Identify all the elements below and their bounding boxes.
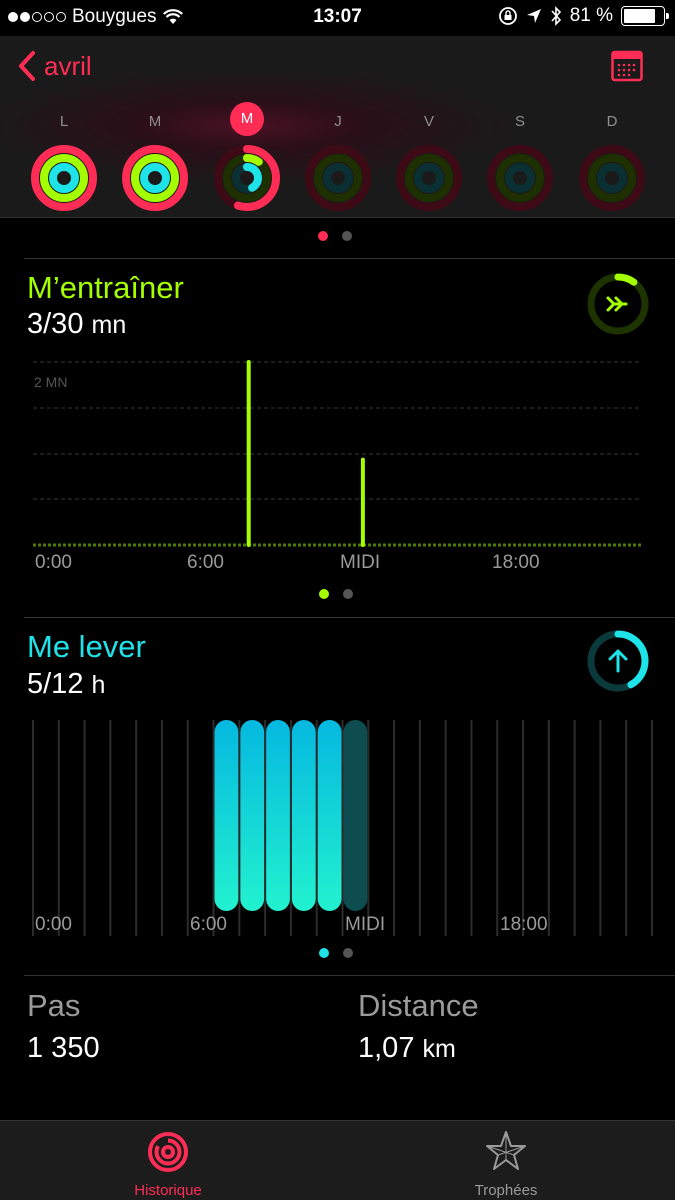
week-header: avril L M M J V S D bbox=[0, 36, 675, 218]
page-dot bbox=[343, 589, 353, 599]
exercise-chart: 2 MN bbox=[33, 360, 642, 547]
page-dot bbox=[343, 948, 353, 958]
tab-history[interactable]: Historique bbox=[68, 1121, 268, 1200]
weekday-row: LMMJVSD bbox=[0, 102, 675, 136]
stand-bar-0 bbox=[214, 720, 239, 911]
tab-bar: Historique Trophées bbox=[0, 1120, 675, 1200]
stand-bar-5 bbox=[343, 720, 368, 911]
weekday-1[interactable]: M bbox=[138, 108, 172, 136]
battery-icon bbox=[621, 6, 669, 26]
stand-axis-midi: MIDI bbox=[345, 914, 386, 935]
battery-percentage: 81 % bbox=[569, 5, 613, 26]
star-trophy-icon bbox=[486, 1131, 526, 1170]
page-dot-active bbox=[318, 231, 328, 241]
location-arrow-icon bbox=[526, 9, 541, 23]
status-bar: Bouygues 13:07 81 % bbox=[0, 0, 675, 36]
weekday-4[interactable]: V bbox=[412, 108, 446, 136]
exercise-axis-6: 6:00 bbox=[187, 552, 224, 573]
stand-page-indicator[interactable] bbox=[319, 948, 353, 958]
activity-rings-day-3[interactable] bbox=[304, 144, 372, 212]
stand-hour-grid bbox=[32, 720, 653, 936]
activity-rings-day-0[interactable] bbox=[30, 144, 98, 212]
weekday-5[interactable]: S bbox=[503, 108, 537, 136]
page-dot bbox=[342, 231, 352, 241]
weekday-6[interactable]: D bbox=[595, 108, 629, 136]
weekday-3[interactable]: J bbox=[321, 108, 355, 136]
steps-label: Pas bbox=[27, 988, 81, 1023]
stand-bar-2 bbox=[266, 720, 290, 911]
stand-value-number: 5/12 bbox=[27, 668, 84, 700]
weekday-2[interactable]: M bbox=[230, 102, 264, 136]
exercise-value-number: 3/30 bbox=[27, 308, 84, 340]
calendar-icon[interactable] bbox=[611, 50, 643, 82]
exercise-axis-0: 0:00 bbox=[35, 552, 72, 573]
distance-label: Distance bbox=[358, 988, 479, 1023]
page-dot-active bbox=[319, 589, 329, 599]
page-dot-active bbox=[319, 948, 329, 958]
stand-bar-4 bbox=[317, 720, 342, 911]
activity-rings-day-6[interactable] bbox=[578, 144, 646, 212]
distance-number: 1,07 bbox=[358, 1032, 415, 1064]
distance-unit: km bbox=[422, 1035, 456, 1063]
activity-rings-day-4[interactable] bbox=[395, 144, 463, 212]
activity-rings-day-5[interactable] bbox=[486, 144, 554, 212]
stand-axis-18: 18:00 bbox=[500, 914, 548, 935]
exercise-grid bbox=[33, 361, 642, 547]
stand-title: Me lever bbox=[27, 629, 146, 664]
tab-history-label: Historique bbox=[134, 1182, 202, 1199]
activity-rings-day-2[interactable] bbox=[213, 144, 281, 212]
stand-ring-icon bbox=[587, 630, 649, 692]
exercise-ring-icon bbox=[587, 273, 649, 335]
exercise-title: M’entraîner bbox=[27, 270, 184, 305]
exercise-value: 3/30 mn bbox=[27, 308, 126, 341]
exercise-unit: mn bbox=[91, 311, 127, 339]
back-label: avril bbox=[44, 50, 92, 81]
exercise-axis-midi: MIDI bbox=[340, 552, 381, 573]
stand-chart bbox=[32, 720, 653, 936]
stand-bar-1 bbox=[240, 720, 265, 911]
exercise-axis-18: 18:00 bbox=[492, 552, 540, 573]
stand-unit: h bbox=[91, 671, 106, 699]
chevron-left-icon bbox=[19, 51, 35, 81]
back-button[interactable]: avril bbox=[18, 50, 92, 82]
stand-axis-0: 0:00 bbox=[35, 914, 72, 935]
tab-trophies[interactable]: Trophées bbox=[406, 1121, 606, 1200]
divider bbox=[24, 617, 675, 618]
stand-value: 5/12 h bbox=[27, 668, 105, 701]
tab-trophies-label: Trophées bbox=[474, 1182, 538, 1199]
divider bbox=[24, 975, 675, 976]
activity-rings-icon bbox=[148, 1132, 188, 1172]
rotation-lock-icon bbox=[498, 7, 517, 25]
activity-rings-day-1[interactable] bbox=[121, 144, 189, 212]
status-right: 81 % bbox=[498, 5, 669, 27]
divider bbox=[24, 258, 675, 259]
bluetooth-icon bbox=[551, 6, 561, 26]
weekday-0[interactable]: L bbox=[47, 108, 81, 136]
distance-value: 1,07 km bbox=[358, 1032, 456, 1065]
exercise-page-indicator[interactable] bbox=[319, 589, 353, 599]
exercise-y-label: 2 MN bbox=[34, 374, 67, 390]
stand-axis-6: 6:00 bbox=[190, 914, 227, 935]
week-page-indicator[interactable] bbox=[318, 231, 352, 241]
steps-value: 1 350 bbox=[27, 1032, 100, 1064]
stand-bar-3 bbox=[291, 720, 316, 911]
